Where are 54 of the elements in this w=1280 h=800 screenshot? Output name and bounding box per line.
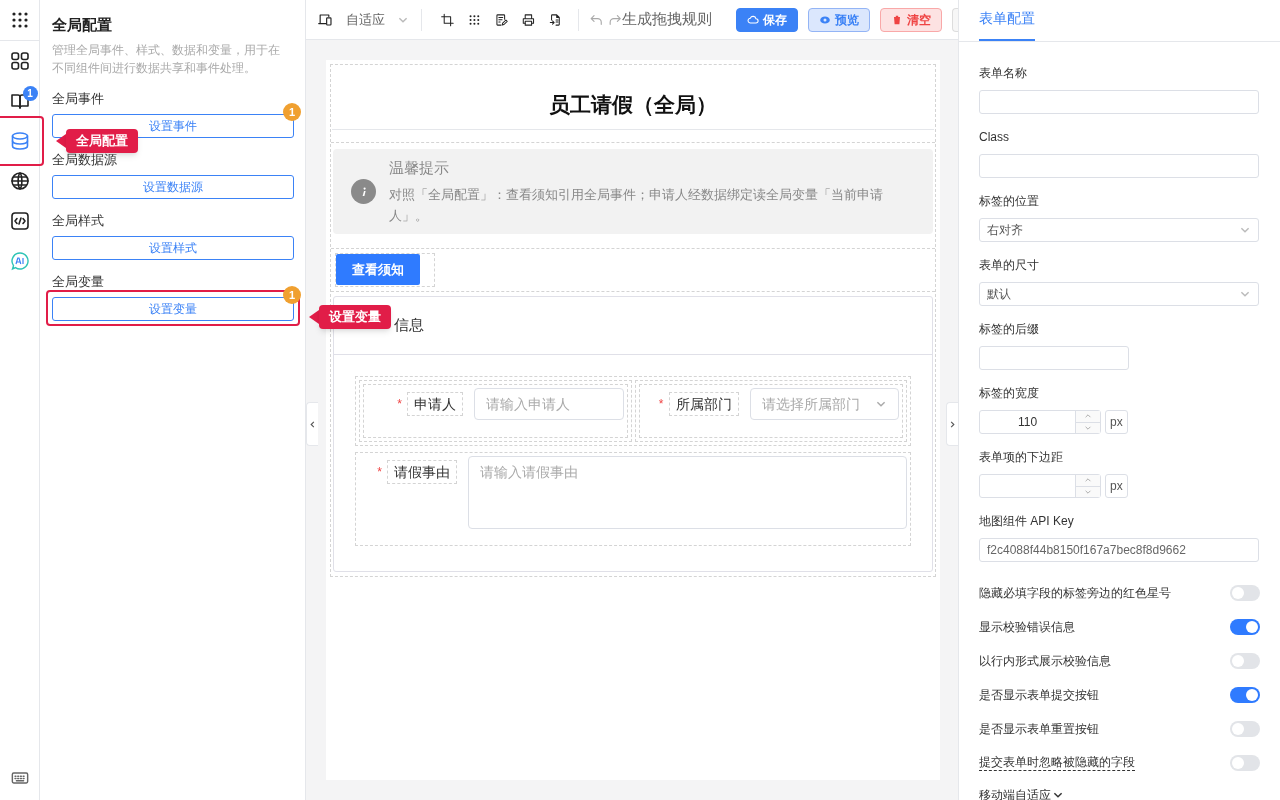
setting-label: 是否显示表单重置按钮 [979, 721, 1099, 738]
step-badge: 1 [283, 286, 301, 304]
setting-label: 标签的位置 [979, 193, 1040, 210]
clear-button[interactable]: 清空 [880, 7, 942, 32]
input-field[interactable]: f2c4088f44b8150f167a7bec8f8d9662 [979, 538, 1259, 562]
required-mark: * [377, 464, 382, 481]
setting-label: 提交表单时忽略被隐藏的字段 [979, 755, 1135, 771]
input-field[interactable]: 请输入申请人 [474, 388, 624, 420]
setting-label: 标签的宽度 [979, 385, 1040, 402]
save-button[interactable]: 保存 [736, 7, 798, 32]
setting-label: 是否显示表单提交按钮 [979, 687, 1099, 704]
unit-label: px [1105, 410, 1128, 434]
setting-label: 表单的尺寸 [979, 257, 1040, 274]
view-notice-button[interactable]: 查看须知 [336, 254, 420, 285]
select-field[interactable]: 请选择所属部门 [749, 388, 899, 420]
setting-label: 显示校验错误信息 [979, 619, 1075, 636]
select-field[interactable]: 右对齐 [979, 218, 1259, 242]
notification-badge: 1 [22, 86, 38, 101]
unit-label: px [1105, 474, 1128, 498]
setting-label: 以行内形式展示校验信息 [979, 653, 1111, 670]
section-title: 信息 [394, 315, 424, 336]
device-select[interactable]: 自适应 [346, 9, 410, 30]
setting-label: 地图组件 API Key [979, 513, 1075, 530]
select-field[interactable]: 默认 [979, 282, 1259, 306]
preview-button[interactable]: 预览 [808, 7, 870, 32]
number-field[interactable]: 110 [979, 410, 1101, 434]
setting-label: 标签的后缀 [979, 321, 1040, 338]
field-label: 请假事由 [387, 460, 457, 484]
alert-text: 对照「全局配置」：查看须知引用全局事件；申请人经数据绑定读全局变量「当前申请人」。 [389, 185, 884, 225]
setting-label: 隐藏必填字段的标签旁边的红色星号 [979, 585, 1171, 602]
section-label: 全局数据源 [52, 152, 118, 168]
alert-title: 温馨提示 [389, 157, 450, 178]
textarea-field[interactable]: 请输入请假事由 [468, 456, 907, 529]
setting-label: Class [979, 129, 1010, 146]
field-label: 所属部门 [668, 392, 739, 416]
collapse-toggle[interactable]: 移动端自适应 [979, 786, 1064, 800]
setting-button[interactable]: 设置数据源 [52, 175, 294, 199]
callout: 设置变量 [309, 305, 391, 329]
settings-tab[interactable]: 表单配置 [979, 8, 1035, 41]
setting-label: 表单项的下边距 [979, 449, 1064, 466]
setting-label: 表单名称 [979, 65, 1028, 82]
section-label: 全局样式 [52, 213, 105, 229]
form-title: 员工请假（全局） [549, 91, 717, 118]
required-mark: * [658, 396, 664, 413]
section-label: 全局事件 [52, 91, 105, 107]
required-mark: * [397, 396, 402, 413]
setting-button[interactable]: 设置样式 [52, 236, 294, 260]
panel-title: 全局配置 [52, 15, 113, 35]
generate-rules-button[interactable]: 生成拖拽规则 [622, 8, 712, 31]
section-label: 全局变量 [52, 274, 105, 290]
panel-description: 管理全局事件、样式、数据和变量，用于在不同组件间进行数据共享和事件处理。 [52, 42, 281, 77]
field-label: 申请人 [407, 392, 463, 416]
callout: 全局配置 [56, 129, 138, 153]
step-badge: 1 [283, 103, 301, 121]
